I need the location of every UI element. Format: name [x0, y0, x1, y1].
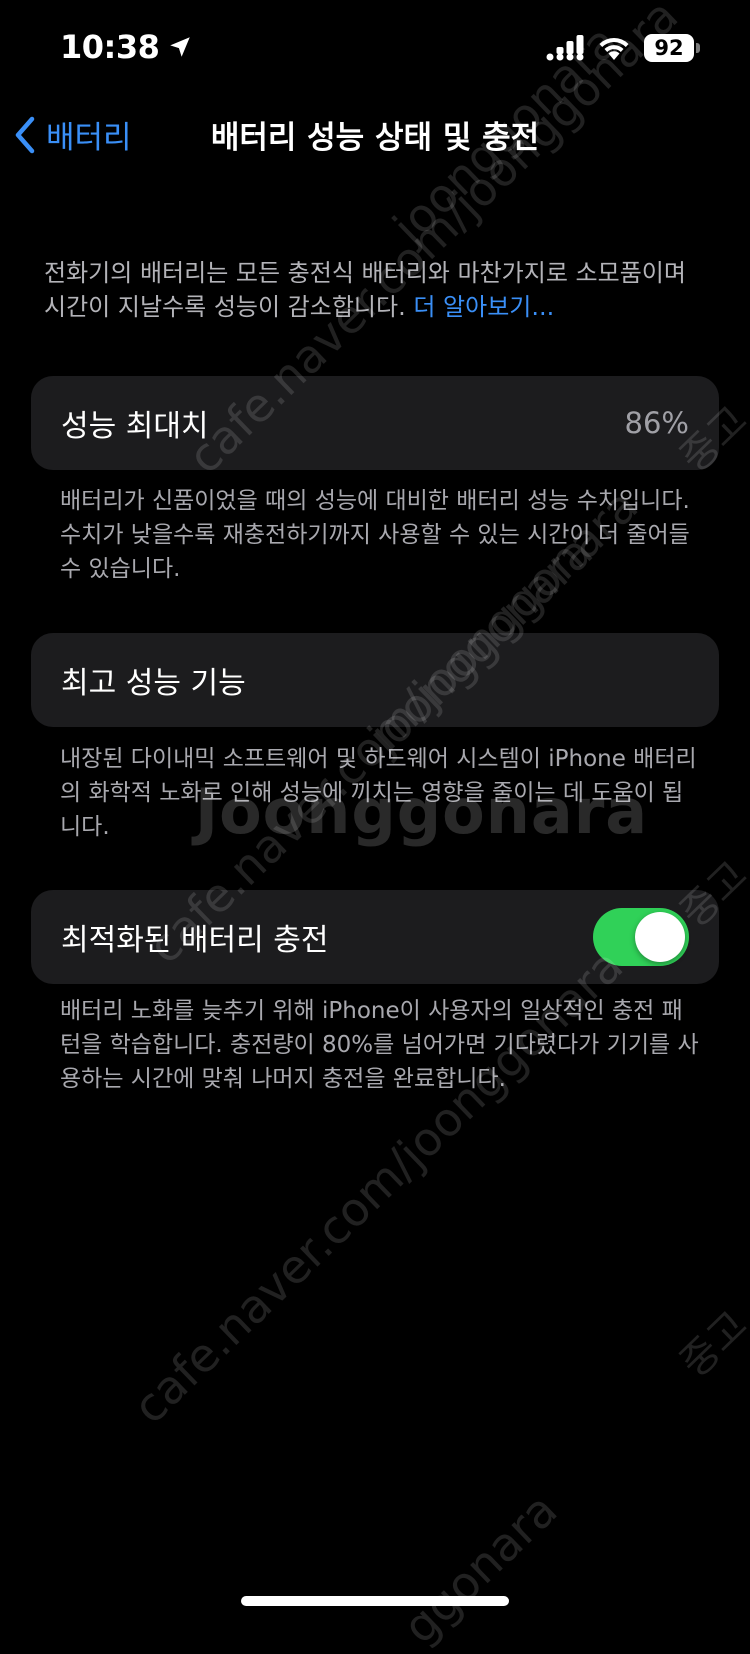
- peak-performance-footnote: 내장된 다이내믹 소프트웨어 및 하드웨어 시스템이 iPhone 배터리의 화…: [60, 746, 697, 840]
- back-button-label[interactable]: 배터리: [46, 112, 132, 157]
- status-indicators: 92: [546, 30, 700, 66]
- page-title: 배터리 성능 상태 및 충전: [210, 120, 540, 156]
- location-arrow-icon: [170, 37, 191, 57]
- status-time-group: 10:38: [60, 28, 193, 66]
- cellular-signal-icon: [546, 35, 584, 61]
- max-capacity-cell: 성능 최대치 86%: [31, 376, 719, 470]
- max-capacity-footnote: 배터리가 신품이었을 때의 성능에 대비한 배터리 성능 수치입니다. 수치가 …: [60, 488, 690, 582]
- optimized-charging-label: 최적화된 배터리 충전: [61, 923, 329, 958]
- watermark-edge: 중고: [671, 1302, 750, 1387]
- intro-text: 전화기의 배터리는 모든 충전식 배터리와 마찬가지로 소모품이며 시간이 지날…: [44, 259, 686, 321]
- toggle-knob: [635, 912, 685, 962]
- wifi-icon: [599, 37, 629, 60]
- battery-icon: 92: [644, 34, 700, 62]
- watermark-partial: ggonara: [392, 1482, 568, 1654]
- optimized-charging-footnote: 배터리 노화를 늦추기 위해 iPhone이 사용자의 일상적인 충전 패턴을 …: [60, 998, 699, 1092]
- optimized-charging-toggle[interactable]: [593, 908, 689, 966]
- intro-description: 전화기의 배터리는 모든 충전식 배터리와 마찬가지로 소모품이며 시간이 지날…: [44, 256, 704, 324]
- status-bar: 10:38 92: [0, 0, 750, 100]
- peak-performance-label: 최고 성능 기능: [61, 666, 246, 701]
- home-indicator[interactable]: [241, 1596, 509, 1606]
- back-button[interactable]: 배터리: [14, 112, 132, 157]
- status-time: 10:38: [60, 28, 160, 66]
- navigation-bar: 배터리 배터리 성능 상태 및 충전: [0, 100, 750, 162]
- chevron-left-icon: [15, 116, 35, 153]
- learn-more-link[interactable]: 더 알아보기...: [413, 293, 554, 321]
- battery-level: 92: [644, 34, 694, 62]
- max-capacity-label: 성능 최대치: [61, 409, 209, 444]
- max-capacity-value: 86%: [624, 406, 689, 440]
- peak-performance-cell: 최고 성능 기능: [31, 633, 719, 727]
- optimized-charging-cell: 최적화된 배터리 충전: [31, 890, 719, 984]
- battery-tip: [696, 43, 700, 53]
